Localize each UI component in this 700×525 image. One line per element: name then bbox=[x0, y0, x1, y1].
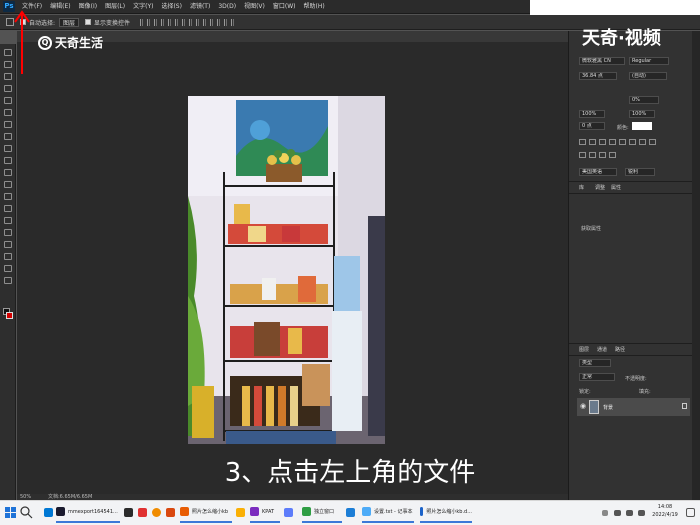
volume-icon[interactable] bbox=[626, 510, 633, 516]
app-label: mmexport164541... bbox=[68, 508, 118, 515]
file-explorer-icon[interactable] bbox=[44, 508, 53, 517]
clock-date[interactable]: 2022/4/19 bbox=[648, 512, 682, 518]
input-method-icon[interactable] bbox=[638, 510, 645, 516]
search-icon[interactable] bbox=[19, 505, 33, 519]
chrome-icon[interactable] bbox=[152, 508, 161, 517]
app-label: 照片怎么缩小kb.d... bbox=[426, 509, 472, 515]
app-label: KPAT bbox=[262, 508, 275, 515]
app-icon[interactable] bbox=[346, 508, 355, 517]
tray-chevron-icon[interactable] bbox=[602, 510, 608, 516]
app-icon bbox=[302, 507, 311, 516]
app-icon[interactable] bbox=[284, 508, 293, 517]
red-arrow-icon bbox=[14, 10, 30, 74]
taskbar-app-6[interactable]: 照片怎么缩小kb.d... bbox=[420, 502, 472, 523]
office-icon[interactable] bbox=[166, 508, 175, 517]
clock-time[interactable]: 14:08 bbox=[648, 504, 682, 510]
app-label: 设置.txt - 记事本 bbox=[374, 509, 413, 515]
folder-icon[interactable] bbox=[236, 508, 245, 517]
tutorial-caption: 3、点击左上角的文件 bbox=[224, 458, 476, 488]
notification-icon[interactable] bbox=[686, 508, 695, 517]
app-icon bbox=[56, 507, 65, 516]
windows-start-icon[interactable] bbox=[5, 507, 16, 518]
taskbar-app-2[interactable]: 照片怎么缩小kb bbox=[180, 502, 232, 523]
wps-icon[interactable] bbox=[138, 508, 147, 517]
taskbar-app-4[interactable]: 独立窗口 bbox=[302, 502, 342, 523]
taskbar-app-1[interactable]: mmexport164541... bbox=[56, 502, 120, 523]
app-label: 照片怎么缩小kb bbox=[192, 509, 229, 515]
capcut-icon[interactable] bbox=[124, 508, 133, 517]
app-icon bbox=[180, 507, 189, 516]
taskbar-app-5[interactable]: 设置.txt - 记事本 bbox=[362, 502, 414, 523]
network-icon[interactable] bbox=[614, 510, 621, 516]
word-icon bbox=[420, 507, 424, 516]
notepad-icon bbox=[362, 507, 371, 516]
app-icon bbox=[250, 507, 259, 516]
taskbar-app-3[interactable]: KPAT bbox=[250, 502, 280, 523]
app-label: 独立窗口 bbox=[314, 509, 335, 515]
